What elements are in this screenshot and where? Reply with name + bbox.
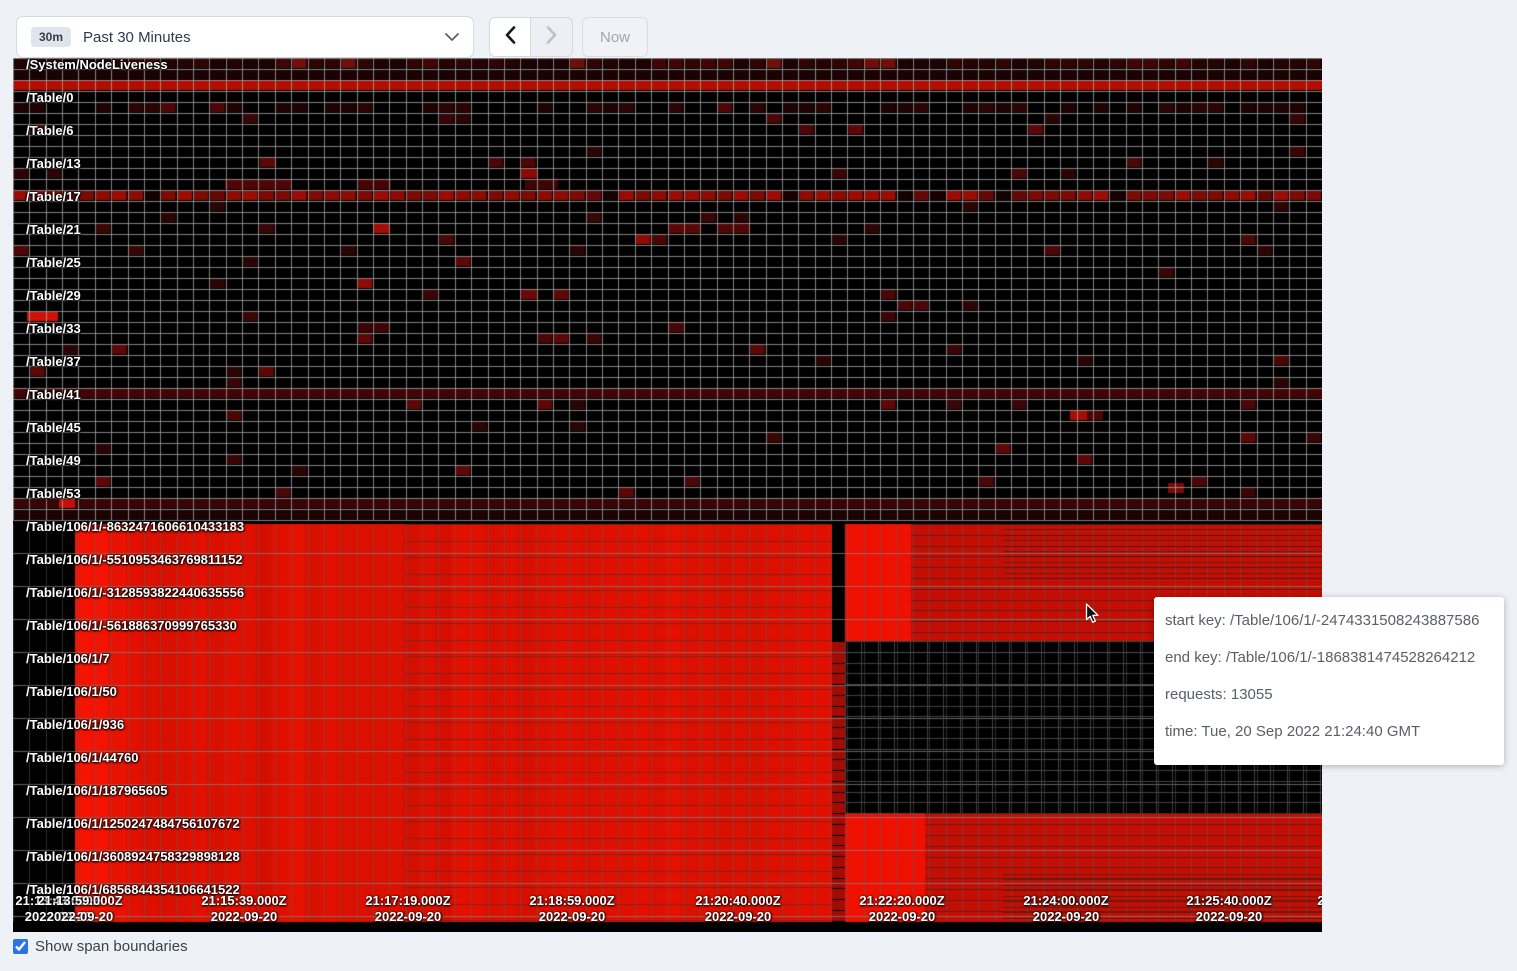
chevron-left-icon <box>505 26 516 49</box>
tooltip-line: end key: /Table/106/1/-18683814745282642… <box>1165 647 1493 669</box>
span-boundaries-checkbox[interactable] <box>13 939 28 954</box>
tooltip-line: start key: /Table/106/1/-247433150824388… <box>1165 610 1493 632</box>
time-nav-group <box>489 17 573 57</box>
span-tooltip: start key: /Table/106/1/-247433150824388… <box>1154 597 1504 765</box>
now-button[interactable]: Now <box>582 17 648 57</box>
forward-button[interactable] <box>531 17 573 57</box>
range-label: Past 30 Minutes <box>83 29 191 46</box>
span-boundaries-control: Show span boundaries <box>13 938 188 955</box>
chevron-right-icon <box>546 26 557 49</box>
range-badge: 30m <box>31 27 71 47</box>
span-boundaries-label[interactable]: Show span boundaries <box>35 938 188 955</box>
time-range-select[interactable]: 30m Past 30 Minutes <box>16 16 474 58</box>
keyviz-page: 30m Past 30 Minutes Now /System/NodeLive… <box>0 0 1517 971</box>
tooltip-line: requests: 13055 <box>1165 684 1493 706</box>
tooltip-line: time: Tue, 20 Sep 2022 21:24:40 GMT <box>1165 721 1493 743</box>
chevron-down-icon <box>445 33 459 42</box>
back-button[interactable] <box>489 17 531 57</box>
keyviz-canvas[interactable] <box>13 58 1322 932</box>
keyviz-heatmap[interactable]: /System/NodeLiveness/Table/0/Table/6/Tab… <box>13 58 1322 932</box>
